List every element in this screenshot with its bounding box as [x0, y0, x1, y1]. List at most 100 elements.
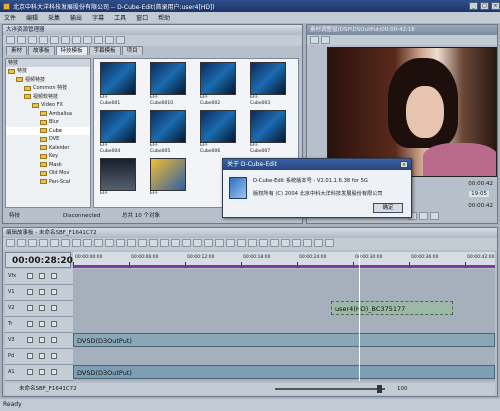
- tl-tool-2[interactable]: [17, 239, 26, 247]
- tree-item[interactable]: Kaleider: [6, 144, 90, 153]
- tl-tool-16[interactable]: [171, 239, 180, 247]
- tl-tool-20[interactable]: [215, 239, 224, 247]
- tl-tool-29[interactable]: [314, 239, 323, 247]
- clip-v2[interactable]: user4(HD)_BC375177: [331, 301, 453, 315]
- export-button[interactable]: [116, 36, 125, 44]
- next-frame-button[interactable]: [430, 212, 439, 220]
- eye-icon[interactable]: [51, 289, 57, 295]
- tab-storyboard[interactable]: 故事板: [28, 46, 55, 55]
- tl-tool-23[interactable]: [248, 239, 257, 247]
- tree-item[interactable]: 视频特技: [6, 76, 90, 85]
- delete-button[interactable]: [50, 36, 59, 44]
- tab-effect-template[interactable]: 特技模板: [55, 46, 88, 55]
- mute-icon[interactable]: [39, 321, 45, 327]
- tl-tool-19[interactable]: [204, 239, 213, 247]
- mute-icon[interactable]: [39, 353, 45, 359]
- back-button[interactable]: [6, 36, 15, 44]
- tree-item[interactable]: Video FX: [6, 101, 90, 110]
- track-header[interactable]: V2: [5, 301, 73, 317]
- tl-tool-27[interactable]: [292, 239, 301, 247]
- tree-item[interactable]: Common 特技: [6, 84, 90, 93]
- lock-icon[interactable]: [27, 273, 33, 279]
- tree-item[interactable]: Mask: [6, 161, 90, 170]
- tab-project[interactable]: 项目: [121, 46, 143, 55]
- tl-tool-3[interactable]: [28, 239, 37, 247]
- tl-tool-13[interactable]: [138, 239, 147, 247]
- tree-item[interactable]: Ambalisa: [6, 110, 90, 119]
- clip-v3[interactable]: DVSD(D3OutPut): [73, 333, 495, 347]
- lock-icon[interactable]: [27, 337, 33, 343]
- effect-thumbnail[interactable]: EFF Cube004: [100, 110, 140, 155]
- tl-tool-24[interactable]: [259, 239, 268, 247]
- track-header[interactable]: Pd: [5, 349, 73, 365]
- effect-thumbnail[interactable]: EFF Cube003: [250, 62, 290, 107]
- menu-window[interactable]: 窗口: [136, 13, 148, 22]
- eye-icon[interactable]: [51, 337, 57, 343]
- mute-icon[interactable]: [39, 305, 45, 311]
- zoom-thumb[interactable]: [377, 385, 382, 393]
- tl-tool-21[interactable]: [226, 239, 235, 247]
- mute-icon[interactable]: [39, 273, 45, 279]
- eye-icon[interactable]: [51, 321, 57, 327]
- mute-icon[interactable]: [39, 289, 45, 295]
- search-button[interactable]: [72, 36, 81, 44]
- eye-icon[interactable]: [51, 369, 57, 375]
- close-button[interactable]: ×: [491, 2, 500, 10]
- effect-thumbnail[interactable]: EFF: [100, 158, 140, 203]
- menu-help[interactable]: 帮助: [158, 13, 170, 22]
- menu-file[interactable]: 文件: [4, 13, 16, 22]
- effect-thumbnail[interactable]: EFF Cube0010: [150, 62, 190, 107]
- tl-tool-8[interactable]: [83, 239, 92, 247]
- properties-button[interactable]: [94, 36, 103, 44]
- track-header[interactable]: V3: [5, 333, 73, 349]
- up-button[interactable]: [28, 36, 37, 44]
- zoom-slider[interactable]: [275, 388, 385, 390]
- lock-icon[interactable]: [27, 321, 33, 327]
- track-header[interactable]: Tr: [5, 317, 73, 333]
- menu-title[interactable]: 字幕: [92, 13, 104, 22]
- playhead[interactable]: [359, 252, 360, 381]
- tl-tool-26[interactable]: [281, 239, 290, 247]
- tl-tool-14[interactable]: [149, 239, 158, 247]
- tl-tool-17[interactable]: [182, 239, 191, 247]
- stop-button[interactable]: [419, 212, 428, 220]
- effect-thumbnail[interactable]: EFF Cube007: [250, 110, 290, 155]
- effect-thumbnail[interactable]: EFF Cube006: [200, 110, 240, 155]
- tree-item[interactable]: Blur: [6, 118, 90, 127]
- tl-tool-12[interactable]: [127, 239, 136, 247]
- tl-tool-11[interactable]: [116, 239, 125, 247]
- tl-tool-10[interactable]: [105, 239, 114, 247]
- track-header[interactable]: Vfx: [5, 269, 73, 285]
- track-header[interactable]: V1: [5, 285, 73, 301]
- tree-item[interactable]: 视频软特技: [6, 93, 90, 102]
- tl-tool-30[interactable]: [325, 239, 334, 247]
- tl-tool-9[interactable]: [94, 239, 103, 247]
- tl-tool-15[interactable]: [160, 239, 169, 247]
- menu-capture[interactable]: 采集: [48, 13, 60, 22]
- tl-tool-18[interactable]: [193, 239, 202, 247]
- monitor-tool-2[interactable]: [321, 36, 330, 44]
- clip-a1[interactable]: DVSD(D3OutPut): [73, 365, 495, 379]
- eye-icon[interactable]: [51, 273, 57, 279]
- tl-tool-7[interactable]: [72, 239, 81, 247]
- effect-thumbnail[interactable]: EFF Cube001: [100, 62, 140, 107]
- tl-tool-4[interactable]: [39, 239, 48, 247]
- tree-item[interactable]: Cube: [6, 126, 90, 135]
- tl-tool-6[interactable]: [61, 239, 70, 247]
- tree-item[interactable]: Old Mov: [6, 169, 90, 178]
- tree-item[interactable]: Key: [6, 152, 90, 161]
- menu-tools[interactable]: 工具: [114, 13, 126, 22]
- track-header[interactable]: A1: [5, 365, 73, 381]
- lock-icon[interactable]: [27, 353, 33, 359]
- new-folder-button[interactable]: [39, 36, 48, 44]
- tab-title-template[interactable]: 字幕模板: [88, 46, 121, 55]
- mute-icon[interactable]: [39, 337, 45, 343]
- dialog-close-button[interactable]: ×: [400, 161, 408, 168]
- timeline-ruler[interactable]: 00:00:00:00 00:00:06:00 00:00:12:00 00:00:1…: [73, 252, 495, 268]
- menu-edit[interactable]: 编辑: [26, 13, 38, 22]
- tree-item[interactable]: 特技: [6, 67, 90, 76]
- import-button[interactable]: [105, 36, 114, 44]
- effect-thumbnail[interactable]: EFF Cube002: [200, 62, 240, 107]
- tl-tool-5[interactable]: [50, 239, 59, 247]
- tree-item[interactable]: DVE: [6, 135, 90, 144]
